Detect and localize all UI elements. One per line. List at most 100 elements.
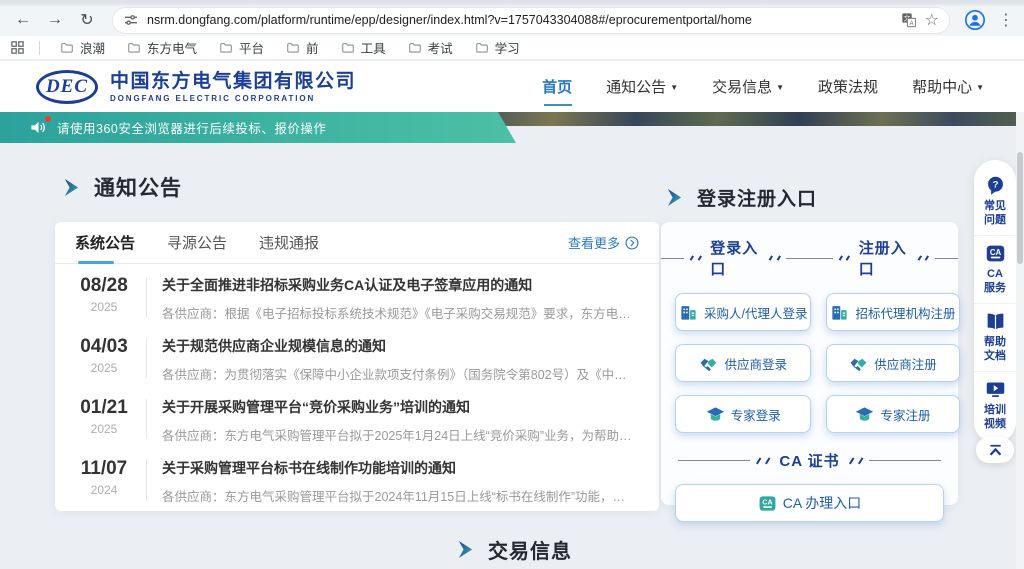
browser-window: ← → ↻ nsrm.dongfang.com/platform/runtime…	[0, 0, 1024, 569]
section-title-text: 登录注册入口	[697, 184, 817, 211]
graduation-cap-icon	[855, 405, 874, 424]
view-more-label: 查看更多	[568, 233, 620, 252]
scroll-to-top-button[interactable]	[976, 437, 1014, 463]
notice-item-desc: 各供应商：东方电气采购管理平台拟于2025年1月24日上线“竞价采购”业务，为帮…	[162, 425, 632, 444]
chrome-menu-icon[interactable]: ⋮	[998, 10, 1012, 30]
faq-item[interactable]: ? 常见问题	[974, 168, 1016, 235]
notice-list-item[interactable]: 08/28 2025 关于全面推进非招标采购业务CA认证及电子签章应用的通知 各…	[55, 264, 659, 325]
bookmark-label: 平台	[239, 38, 264, 57]
book-icon	[985, 311, 1006, 332]
expert-register-button[interactable]: 专家注册	[826, 395, 959, 433]
chevron-down-icon: ▼	[776, 83, 784, 92]
trade-section-title: 交易信息	[456, 535, 572, 564]
bookmark-label: 学习	[495, 38, 520, 57]
training-videos-item[interactable]: 培训视频	[974, 371, 1016, 439]
refresh-icon[interactable]: ↻	[74, 7, 100, 33]
apps-grid-icon[interactable]	[10, 40, 25, 55]
ticker-text: 请使用360安全浏览器进行后续投标、报价操作	[57, 118, 326, 137]
notice-tabs: 系统公告 寻源公告 违规通报 查看更多	[55, 222, 659, 264]
notice-item-desc: 各供应商：为贯彻落实《保障中小企业款项支付条例》（国务院令第802号）及《中小企…	[162, 364, 632, 383]
bookmark-folder[interactable]: 平台	[213, 38, 270, 57]
folder-icon	[408, 41, 422, 55]
bookmark-folder[interactable]: 学习	[469, 38, 526, 57]
company-logo[interactable]: DEC 中国东方电气集团有限公司 DONGFANG ELECTRIC CORPO…	[36, 70, 356, 104]
notice-list-item[interactable]: 11/07 2024 关于采购管理平台标书在线制作功能培训的通知 各供应商：东方…	[55, 447, 659, 508]
bookmark-label: 前	[306, 38, 319, 57]
login-entry-header: 登录入口	[661, 237, 810, 279]
supplier-login-button[interactable]: 供应商登录	[675, 344, 811, 382]
chevron-down-icon: ▼	[976, 83, 984, 92]
nav-policies[interactable]: 政策法规	[818, 76, 878, 97]
folder-icon	[60, 41, 74, 55]
section-arrow-icon	[456, 540, 475, 559]
notice-item-title[interactable]: 关于采购管理平台标书在线制作功能培训的通知	[162, 458, 632, 478]
page-scrollbar[interactable]	[1016, 112, 1024, 569]
button-label: 供应商注册	[874, 354, 937, 373]
bidding-agency-register-button[interactable]: 招标代理机构注册	[826, 293, 959, 331]
button-label: 采购人/代理人登录	[704, 303, 807, 322]
nav-help-center[interactable]: 帮助中心▼	[912, 76, 984, 97]
ca-card-icon: CA	[985, 243, 1006, 264]
site-header: DEC 中国东方电气集团有限公司 DONGFANG ELECTRIC CORPO…	[0, 61, 1024, 112]
back-icon[interactable]: ←	[10, 7, 36, 33]
bookmarks-bar: 浪潮 东方电气 平台 前 工具 考试 学习	[0, 36, 1024, 60]
notice-list-item[interactable]: 01/21 2025 关于开展采购管理平台“竞价采购业务”培训的通知 各供应商：…	[55, 386, 659, 447]
building-icon	[679, 303, 698, 322]
folder-icon	[341, 41, 355, 55]
folder-icon	[475, 41, 489, 55]
bookmark-folder[interactable]: 浪潮	[54, 38, 111, 57]
bookmark-label: 东方电气	[147, 38, 197, 57]
nav-trade-info[interactable]: 交易信息▼	[712, 76, 784, 97]
tab-sourcing-notices[interactable]: 寻源公告	[167, 222, 227, 264]
section-arrow-icon	[665, 188, 684, 207]
profile-avatar[interactable]	[964, 9, 986, 31]
section-arrow-icon	[62, 178, 81, 197]
nav-home[interactable]: 首页	[542, 76, 572, 97]
divider	[39, 41, 40, 55]
notice-item-title[interactable]: 关于开展采购管理平台“竞价采购业务”培训的通知	[162, 397, 632, 417]
speaker-icon	[30, 119, 47, 136]
notice-date: 08/28 2025	[75, 275, 133, 314]
url-text[interactable]: nsrm.dongfang.com/platform/runtime/epp/d…	[147, 13, 893, 27]
bookmark-star-icon[interactable]: ☆	[925, 10, 939, 30]
expert-login-button[interactable]: 专家登录	[675, 395, 811, 433]
nav-notices[interactable]: 通知公告▼	[606, 76, 678, 97]
chevron-down-icon: ▼	[670, 83, 678, 92]
scrollbar-thumb[interactable]	[1017, 152, 1023, 264]
forward-icon[interactable]: →	[42, 7, 68, 33]
tab-violation-reports[interactable]: 违规通报	[259, 222, 319, 264]
help-docs-item[interactable]: 帮助文档	[974, 303, 1016, 371]
main-nav: 首页 通知公告▼ 交易信息▼ 政策法规 帮助中心▼	[542, 76, 984, 97]
translate-icon[interactable]: 文 A	[901, 12, 917, 28]
tab-system-notices[interactable]: 系统公告	[75, 222, 135, 264]
bookmark-folder[interactable]: 东方电气	[121, 38, 203, 57]
company-name-en: DONGFANG ELECTRIC CORPORATION	[110, 94, 356, 103]
folder-icon	[219, 41, 233, 55]
bookmark-folder[interactable]: 工具	[335, 38, 392, 57]
button-label: 供应商登录	[724, 354, 787, 373]
bookmark-folder[interactable]: 前	[280, 38, 325, 57]
buyer-agent-login-button[interactable]: 采购人/代理人登录	[675, 293, 811, 331]
scroll-top-icon	[987, 442, 1004, 459]
bookmark-folder[interactable]: 考试	[402, 38, 459, 57]
notice-item-desc: 各供应商：根据《电子招标投标系统技术规范》《电子采购交易规范》要求，东方电气采购…	[162, 303, 632, 322]
notice-date: 11/07 2024	[75, 458, 133, 497]
address-bar[interactable]: nsrm.dongfang.com/platform/runtime/epp/d…	[112, 7, 950, 34]
section-title-text: 通知公告	[94, 172, 182, 202]
divider	[146, 460, 147, 500]
supplier-register-button[interactable]: 供应商注册	[826, 344, 959, 382]
notice-list-item[interactable]: 04/03 2025 关于规范供应商企业规模信息的通知 各供应商：为贯彻落实《保…	[55, 325, 659, 386]
floating-quickbar: ? 常见问题 CA CA服务 帮助文档 培训视频	[974, 160, 1016, 443]
notice-section-title: 通知公告	[62, 172, 182, 202]
ca-apply-button[interactable]: CA CA 办理入口	[675, 484, 944, 522]
button-label: 专家注册	[880, 405, 930, 424]
folder-icon	[286, 41, 300, 55]
view-more-link[interactable]: 查看更多	[568, 233, 639, 252]
site-settings-icon[interactable]	[123, 12, 139, 28]
notice-item-title[interactable]: 关于全面推进非招标采购业务CA认证及电子签章应用的通知	[162, 275, 632, 295]
button-label: 招标代理机构注册	[855, 303, 955, 322]
divider	[146, 277, 147, 317]
building-icon	[830, 303, 849, 322]
notice-item-title[interactable]: 关于规范供应商企业规模信息的通知	[162, 336, 632, 356]
ca-service-item[interactable]: CA CA服务	[974, 235, 1016, 303]
